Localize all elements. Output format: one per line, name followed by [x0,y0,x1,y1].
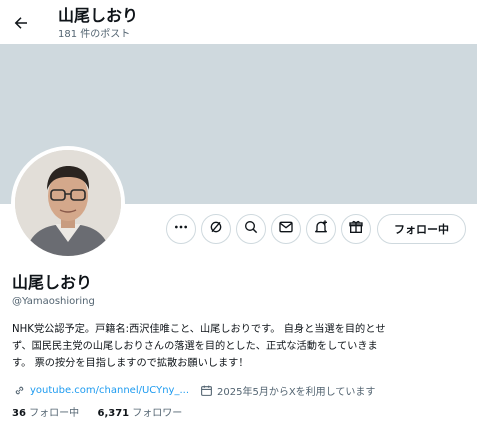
link-icon [12,383,26,397]
grok-button[interactable] [201,214,231,244]
following-button[interactable]: フォロー中 [377,214,466,244]
search-icon [243,219,259,239]
following-label: フォロー中 [25,408,80,419]
profile-meta: youtube.com/channel/UCYny_... 2025年5月からX… [12,381,375,399]
profile-actions: フォロー中 [0,214,477,246]
follow-stats: 36 フォロー中 6,371 フォロワー [12,407,182,421]
page-title: 山尾しおり [58,6,139,25]
notify-icon [313,219,329,239]
search-button[interactable] [236,214,266,244]
website-link[interactable]: youtube.com/channel/UCYny_... [30,385,189,396]
profile-name: 山尾しおり [12,273,93,292]
notify-button[interactable] [306,214,336,244]
calendar-icon [199,383,213,397]
top-bar: 山尾しおり 181 件のポスト [0,0,477,44]
following-count: 36 [12,408,26,419]
back-arrow-icon[interactable] [10,12,32,34]
bio-line: NHK党公認予定。戸籍名:西沢佳唯こと、山尾しおりです。 自身と当選を目的とせ [12,324,386,335]
post-count: 181 件のポスト [58,29,131,40]
followers-label: フォロワー [129,408,183,419]
more-button[interactable] [166,214,196,244]
more-icon [173,219,189,239]
grok-icon [208,219,224,239]
profile-handle: @Yamaoshioring [12,296,95,307]
joined-date: 2025年5月からXを利用しています [217,386,376,398]
following-link[interactable]: 36 フォロー中 [12,408,79,419]
profile-bio: NHK党公認予定。戸籍名:西沢佳唯こと、山尾しおりです。 自身と当選を目的とせ … [12,321,470,372]
followers-count: 6,371 [97,408,130,419]
message-icon [278,219,294,239]
message-button[interactable] [271,214,301,244]
followers-link[interactable]: 6,371 フォロワー [97,408,182,419]
bio-line: ず、国民民主党の山尾しおりさんの落選を目的とした、正式な活動をしていきま [12,341,378,352]
bio-line: す。 票の按分を目指しますので拡散お願いします！ [12,358,249,369]
gift-icon [348,219,364,239]
gift-button[interactable] [341,214,371,244]
